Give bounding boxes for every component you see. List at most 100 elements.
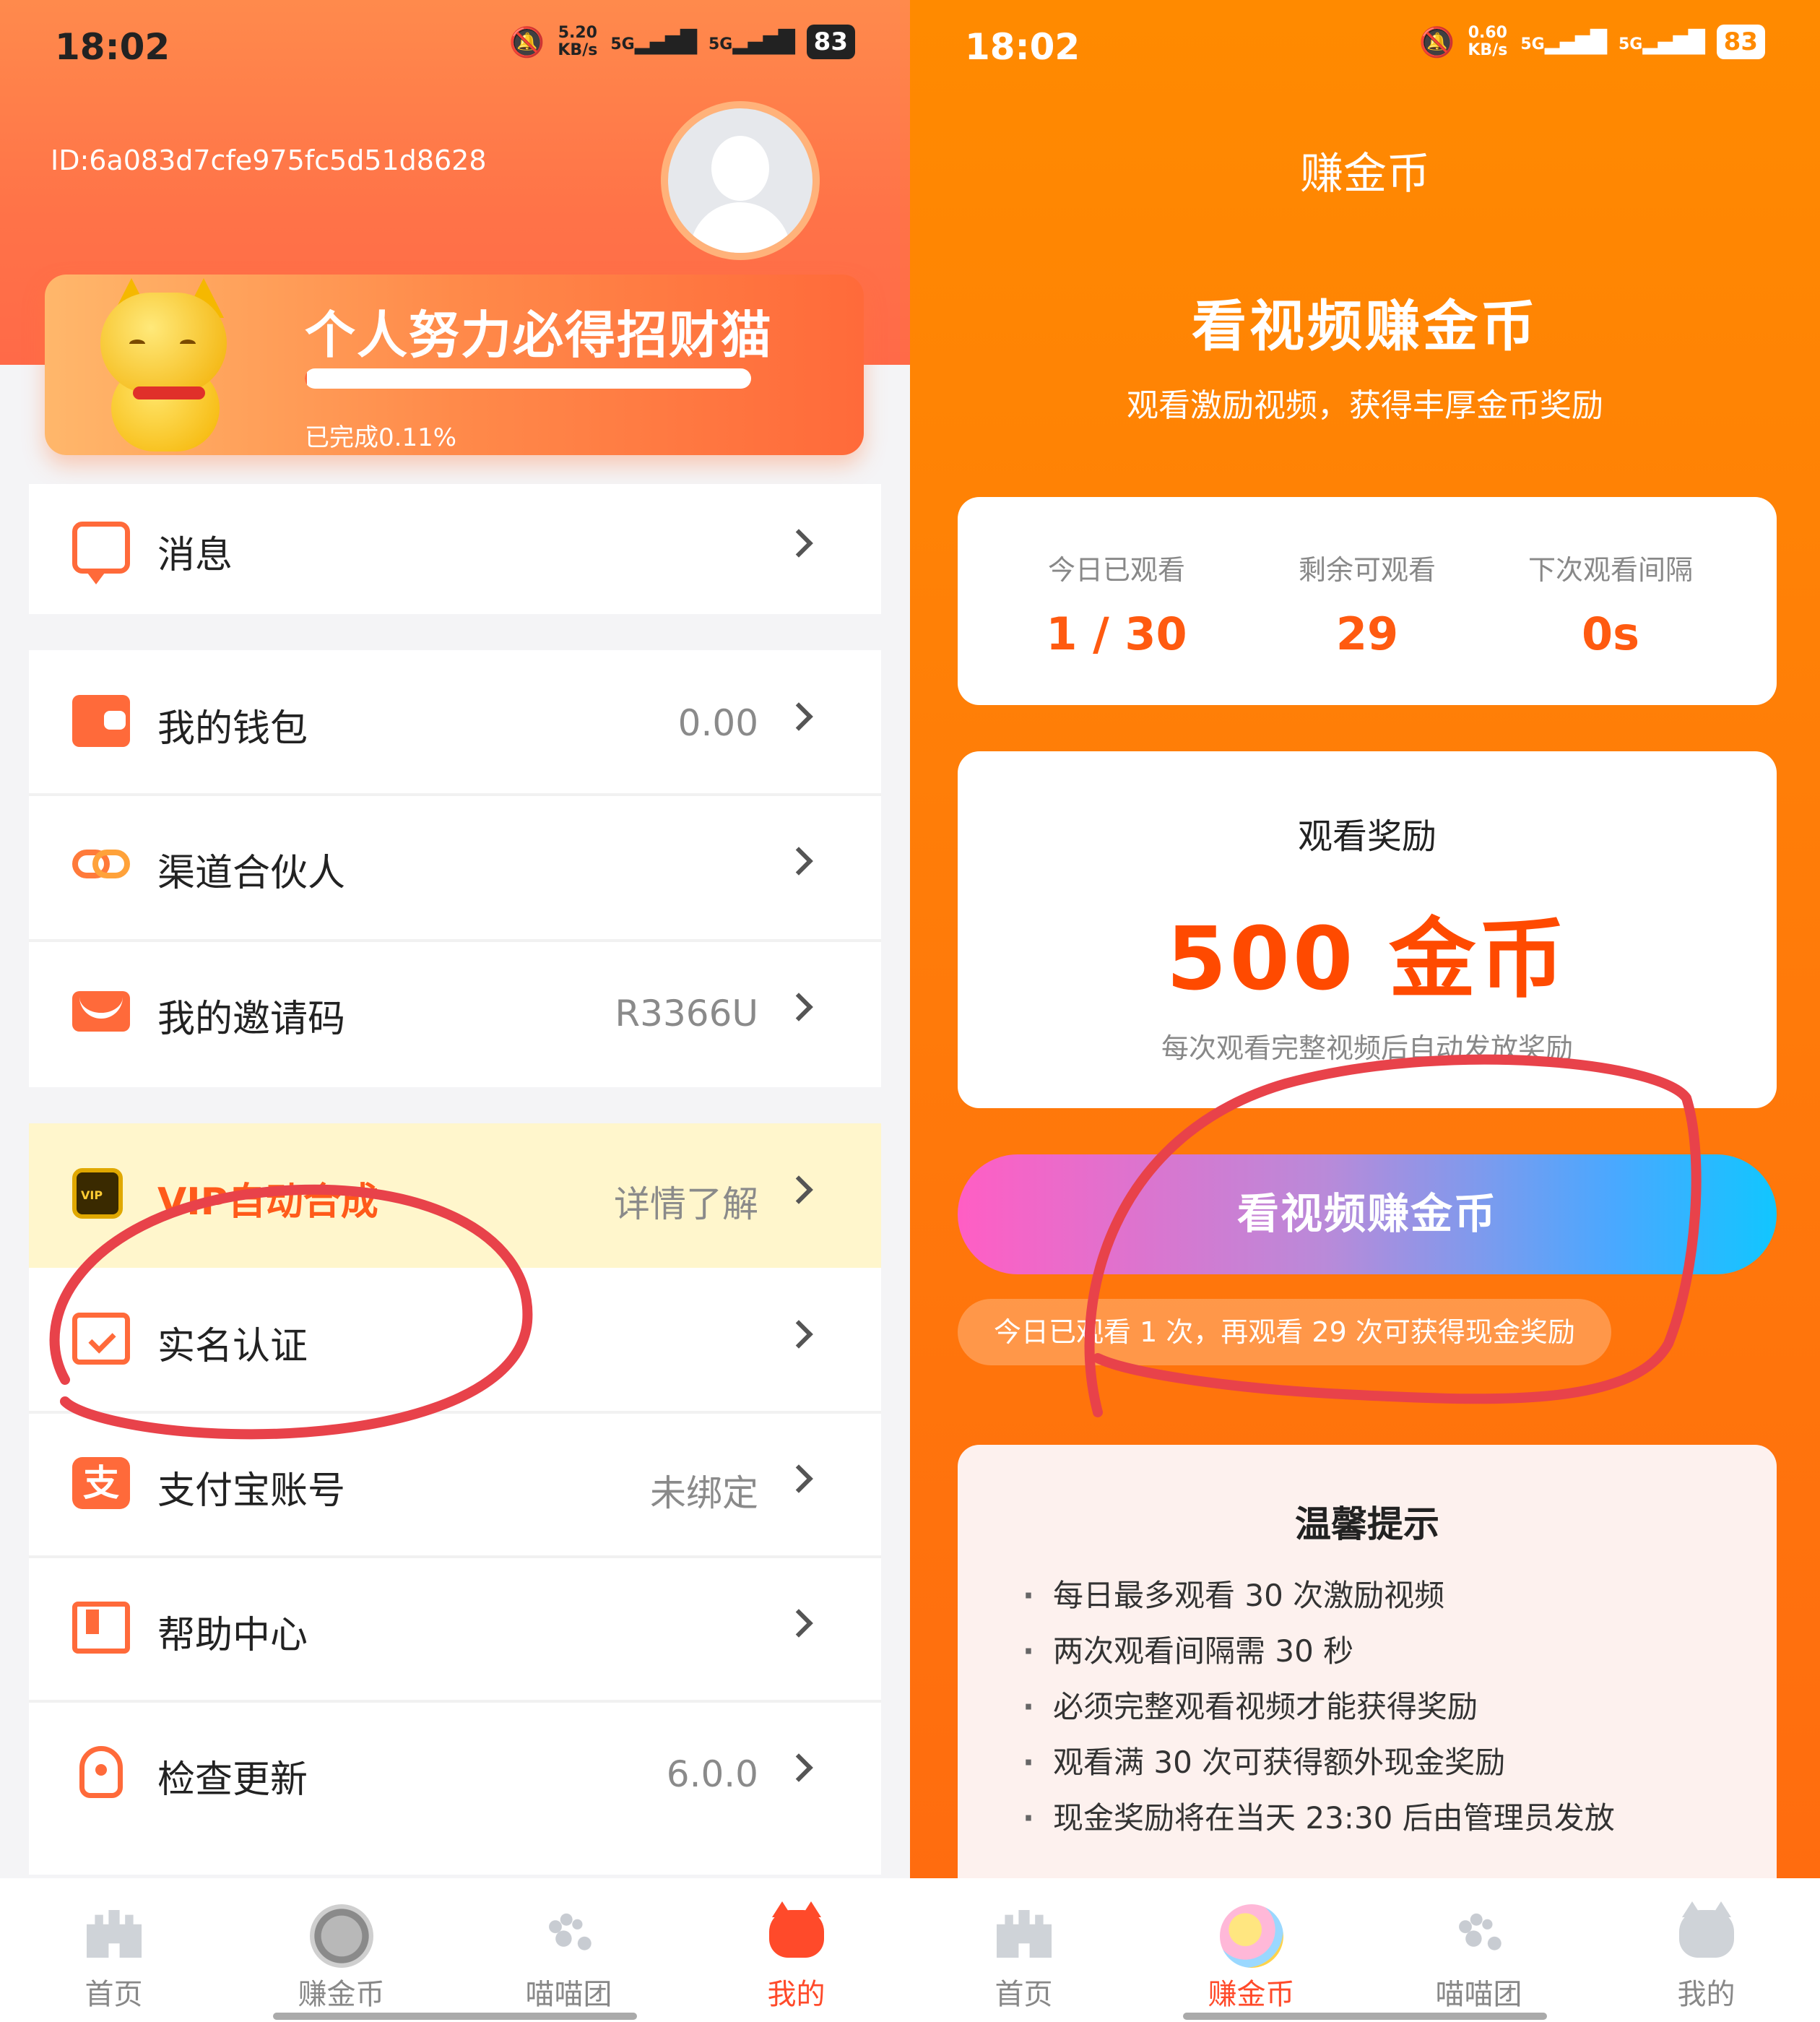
menu-item-help[interactable]: 帮助中心 — [29, 1557, 881, 1701]
alipay-icon: 支 — [72, 1457, 130, 1509]
messages-card: 消息 — [29, 484, 881, 614]
coin-icon — [1220, 1904, 1283, 1968]
tab-mine[interactable]: 我的 — [1592, 1878, 1820, 2022]
avatar-body — [690, 202, 791, 253]
tips-card: 温馨提示 每日最多观看 30 次激励视频 两次观看间隔需 30 秒 必须完整观看… — [958, 1445, 1777, 1907]
home-indicator[interactable] — [1183, 2013, 1547, 2020]
wallet-card: 我的钱包 0.00 渠道合伙人 我的邀请码 R3366U — [29, 650, 881, 1087]
tab-meow-group[interactable]: 喵喵团 — [455, 1878, 682, 2022]
menu-label: 我的邀请码 — [157, 998, 346, 1041]
chevron-right-icon — [784, 1320, 813, 1349]
menu-item-alipay[interactable]: 支 支付宝账号 未绑定 — [29, 1412, 881, 1557]
vip-details-link: 详情了解 — [614, 1183, 758, 1225]
tab-label: 喵喵团 — [525, 1978, 612, 2011]
home-indicator[interactable] — [273, 2013, 637, 2020]
cash-reward-progress-note: 今日已观看 1 次，再观看 29 次可获得现金奖励 — [958, 1299, 1611, 1365]
speed-unit: KB/s — [558, 41, 598, 59]
stat-next-interval: 下次观看间隔 0s — [1488, 548, 1733, 660]
tab-label: 首页 — [84, 1978, 143, 2011]
vip-crown-icon — [72, 1168, 123, 1219]
signal-5g-icon: 5G▂▄▆█ — [708, 29, 795, 55]
earn-coins-screen: 18:02 🔕 0.60 KB/s 5G▂▄▆█ 5G▂▄▆█ 83 赚金币 看… — [910, 0, 1820, 2022]
alipay-status: 未绑定 — [650, 1472, 758, 1514]
castle-icon — [997, 1910, 1052, 1958]
tab-mine[interactable]: 我的 — [682, 1878, 910, 2022]
bottom-tab-bar: 首页 赚金币 喵喵团 我的 — [0, 1878, 910, 2022]
tip-item: 观看满 30 次可获得额外现金奖励 — [1023, 1734, 1615, 1790]
menu-item-vip[interactable]: VIP自动合成 详情了解 — [29, 1123, 881, 1268]
tab-label: 我的 — [767, 1978, 826, 2011]
menu-label: 消息 — [157, 534, 233, 577]
tab-meow-group[interactable]: 喵喵团 — [1365, 1878, 1592, 2022]
tab-earn-coins[interactable]: 赚金币 — [1138, 1878, 1365, 2022]
banner-title: 个人努力必得招财猫 — [305, 306, 773, 365]
chevron-right-icon — [784, 1609, 813, 1638]
tip-item: 现金奖励将在当天 23:30 后由管理员发放 — [1023, 1790, 1615, 1846]
wallet-balance: 0.00 — [677, 702, 758, 744]
envelope-icon — [72, 991, 130, 1032]
status-icons: 🔕 5.20 KB/s 5G▂▄▆█ 5G▂▄▆█ 83 — [509, 25, 855, 59]
menu-label: 渠道合伙人 — [157, 852, 346, 895]
signal-5g-icon: 5G▂▄▆█ — [1520, 29, 1607, 55]
tab-home[interactable]: 首页 — [910, 1878, 1138, 2022]
tab-label: 我的 — [1677, 1978, 1736, 2011]
watch-stats-card: 今日已观看 1 / 30 剩余可观看 29 下次观看间隔 0s — [958, 497, 1777, 705]
banner-progress-text: 已完成0.11% — [305, 423, 457, 452]
chevron-right-icon — [784, 1175, 813, 1204]
chat-icon — [72, 522, 130, 584]
link-icon — [72, 839, 130, 891]
tips-list: 每日最多观看 30 次激励视频 两次观看间隔需 30 秒 必须完整观看视频才能获… — [1023, 1568, 1615, 1846]
menu-item-invite-code[interactable]: 我的邀请码 R3366U — [29, 941, 881, 1085]
net-label: 5G — [708, 35, 733, 53]
wallet-icon — [72, 695, 130, 747]
menu-item-partner[interactable]: 渠道合伙人 — [29, 795, 881, 939]
chevron-right-icon — [784, 702, 813, 731]
signal-5g-icon: 5G▂▄▆█ — [610, 29, 697, 55]
network-speed: 0.60 KB/s — [1468, 25, 1507, 59]
chevron-right-icon — [784, 1753, 813, 1782]
bottom-tab-bar: 首页 赚金币 喵喵团 我的 — [910, 1878, 1820, 2022]
hero-title: 看视频赚金币 — [1192, 294, 1538, 358]
network-speed: 5.20 KB/s — [558, 25, 597, 59]
menu-item-messages[interactable]: 消息 — [29, 477, 881, 621]
stat-value: 0s — [1581, 608, 1640, 660]
tips-title: 温馨提示 — [1295, 1503, 1439, 1545]
stat-label: 今日已观看 — [1047, 554, 1185, 586]
speed-value: 5.20 — [558, 24, 597, 42]
tab-label: 赚金币 — [1208, 1978, 1295, 2011]
tab-earn-coins[interactable]: 赚金币 — [228, 1878, 455, 2022]
watch-video-button[interactable]: 看视频赚金币 — [958, 1154, 1777, 1274]
invite-code-value: R3366U — [615, 993, 758, 1034]
menu-item-wallet[interactable]: 我的钱包 0.00 — [29, 650, 881, 795]
chevron-right-icon — [784, 529, 813, 558]
menu-label: 实名认证 — [157, 1325, 308, 1368]
reward-card: 观看奖励 500 金币 每次观看完整视频后自动发放奖励 — [958, 751, 1777, 1108]
menu-item-realname[interactable]: 实名认证 — [29, 1268, 881, 1412]
avatar-head — [711, 136, 769, 201]
menu-label: 帮助中心 — [157, 1614, 308, 1657]
status-time: 18:02 — [965, 26, 1080, 68]
paw-icon — [542, 1910, 597, 1958]
avatar[interactable] — [661, 101, 820, 260]
app-version: 6.0.0 — [666, 1753, 758, 1795]
status-bar: 18:02 🔕 0.60 KB/s 5G▂▄▆█ 5G▂▄▆█ 83 — [910, 0, 1820, 94]
net-label: 5G — [610, 35, 635, 53]
menu-item-check-update[interactable]: 检查更新 6.0.0 — [29, 1701, 881, 1846]
chevron-right-icon — [784, 847, 813, 876]
reward-note: 每次观看完整视频后自动发放奖励 — [1161, 1032, 1573, 1064]
stat-value: 29 — [1335, 608, 1399, 660]
reward-amount: 500 金币 — [1166, 910, 1569, 1010]
stat-watched-today: 今日已观看 1 / 30 — [994, 548, 1239, 660]
status-icons: 🔕 0.60 KB/s 5G▂▄▆█ 5G▂▄▆█ 83 — [1419, 25, 1765, 59]
speed-value: 0.60 — [1468, 24, 1507, 42]
tab-home[interactable]: 首页 — [0, 1878, 228, 2022]
tip-item: 每日最多观看 30 次激励视频 — [1023, 1568, 1615, 1623]
chevron-right-icon — [784, 993, 813, 1021]
menu-label: 支付宝账号 — [157, 1469, 346, 1513]
id-check-icon — [72, 1313, 130, 1365]
account-card: VIP自动合成 详情了解 实名认证 支 支付宝账号 未绑定 帮助中心 检查更新 … — [29, 1123, 881, 1875]
castle-icon — [87, 1910, 142, 1958]
user-id: ID:6a083d7cfe975fc5d51d8628 — [51, 144, 487, 176]
coin-icon — [310, 1904, 373, 1968]
hero-subtitle: 观看激励视频，获得丰厚金币奖励 — [1127, 387, 1603, 424]
